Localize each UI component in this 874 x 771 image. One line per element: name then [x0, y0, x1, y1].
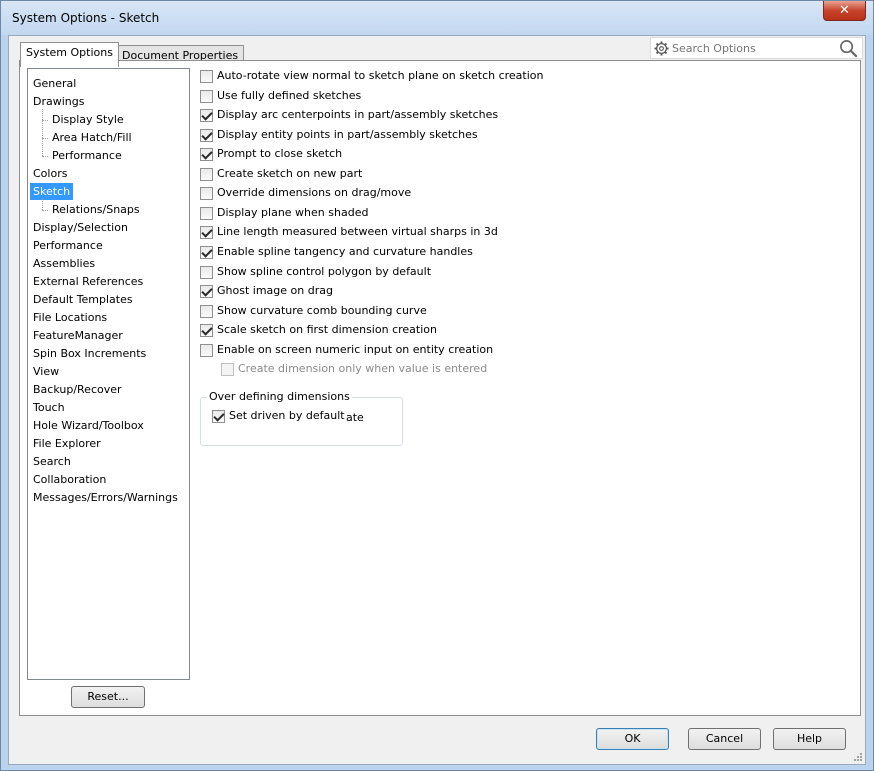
option-label: Show curvature comb bounding curve [217, 304, 427, 317]
tree-connector [42, 210, 48, 211]
tab-system-options[interactable]: System Options [20, 42, 119, 67]
tree-item[interactable]: Performance [30, 237, 106, 254]
options-tree[interactable]: General Drawings Display Style Area Hatch/F… [27, 68, 190, 680]
tree-item[interactable]: Collaboration [30, 471, 109, 488]
dialog-client-area: System Options Document Properties Gener [8, 35, 866, 765]
tree-item[interactable]: Drawings [30, 93, 87, 110]
option-checkbox[interactable] [200, 168, 213, 181]
options-panel: General Drawings Display Style Area Hatch/F… [19, 60, 861, 716]
option-checkbox[interactable] [200, 187, 213, 200]
tree-item[interactable]: Relations/Snaps [49, 201, 143, 218]
option-label: Display entity points in part/assembly s… [217, 128, 478, 141]
tree-item[interactable]: General [30, 75, 79, 92]
tree-item[interactable]: Default Templates [30, 291, 136, 308]
ok-button[interactable]: OK [596, 728, 669, 750]
option-checkbox[interactable] [200, 266, 213, 279]
tree-item[interactable]: Hole Wizard/Toolbox [30, 417, 147, 434]
tree-item[interactable]: Display Style [49, 111, 127, 128]
tree-connector [42, 199, 43, 210]
option-checkbox[interactable] [200, 324, 213, 337]
tree-item[interactable]: Messages/Errors/Warnings [30, 489, 181, 506]
search-box[interactable] [650, 37, 863, 59]
window-title: System Options - Sketch [12, 11, 160, 25]
tree-item[interactable]: Touch [30, 399, 68, 416]
tree-item[interactable]: Backup/Recover [30, 381, 125, 398]
option-label: Scale sketch on first dimension creation [217, 323, 437, 336]
tree-item[interactable]: File Locations [30, 309, 110, 326]
tree-item[interactable]: FeatureManager [30, 327, 126, 344]
tree-item[interactable]: Sketch [30, 183, 74, 200]
option-checkbox [221, 363, 234, 376]
option-checkbox[interactable] [200, 129, 213, 142]
option-checkbox[interactable] [200, 344, 213, 357]
cancel-button[interactable]: Cancel [688, 728, 761, 750]
option-checkbox[interactable] [200, 246, 213, 259]
search-icon[interactable] [839, 39, 858, 58]
option-label: Prompt to close sketch [217, 147, 343, 160]
option-checkbox[interactable] [200, 109, 213, 122]
set-driven-label: Set driven by default [229, 409, 345, 422]
tree-item[interactable]: Colors [30, 165, 70, 182]
search-input[interactable] [672, 40, 832, 56]
tree-item[interactable]: Assemblies [30, 255, 98, 272]
option-checkbox[interactable] [200, 90, 213, 103]
group-title: Over defining dimensions [207, 390, 352, 404]
option-label: Enable spline tangency and curvature han… [217, 245, 473, 258]
option-label: Enable on screen numeric input on entity… [217, 343, 494, 356]
tree-item[interactable]: File Explorer [30, 435, 104, 452]
option-label: Create sketch on new part [217, 167, 363, 180]
obscured-text: ate [346, 411, 364, 424]
option-label: Display plane when shaded [217, 206, 369, 219]
option-checkbox[interactable] [200, 285, 213, 298]
tree-connector [42, 109, 43, 156]
option-checkbox[interactable] [200, 226, 213, 239]
dialog-window: System Options - Sketch ✕ System Options… [0, 0, 874, 771]
reset-button[interactable]: Reset... [71, 686, 145, 708]
option-checkbox[interactable] [200, 70, 213, 83]
tree-item[interactable]: Display/Selection [30, 219, 131, 236]
set-driven-checkbox[interactable] [212, 410, 225, 423]
option-label: Use fully defined sketches [217, 89, 362, 102]
option-label: Show spline control polygon by default [217, 265, 432, 278]
over-defining-group: Over defining dimensions Set driven by d… [200, 390, 403, 446]
tree-item[interactable]: View [30, 363, 62, 380]
option-label: Create dimension only when value is ente… [238, 362, 488, 375]
title-bar[interactable]: System Options - Sketch ✕ [1, 1, 873, 35]
close-button[interactable]: ✕ [823, 1, 866, 21]
help-button[interactable]: Help [773, 728, 846, 750]
option-label: Display arc centerpoints in part/assembl… [217, 108, 499, 121]
option-checkbox[interactable] [200, 305, 213, 318]
option-label: Override dimensions on drag/move [217, 186, 412, 199]
tree-item[interactable]: Performance [49, 147, 125, 164]
tree-item[interactable]: External References [30, 273, 146, 290]
tree-item[interactable]: Search [30, 453, 74, 470]
option-checkbox[interactable] [200, 207, 213, 220]
gear-icon [654, 41, 669, 56]
option-checkbox[interactable] [200, 148, 213, 161]
option-label: Line length measured between virtual sha… [217, 225, 498, 238]
tree-item[interactable]: Area Hatch/Fill [49, 129, 135, 146]
option-label: Auto-rotate view normal to sketch plane … [217, 69, 544, 82]
tree-connector [42, 156, 48, 157]
tree-item[interactable]: Spin Box Increments [30, 345, 149, 362]
option-label: Ghost image on drag [217, 284, 333, 297]
resize-grip-icon[interactable] [853, 752, 863, 762]
